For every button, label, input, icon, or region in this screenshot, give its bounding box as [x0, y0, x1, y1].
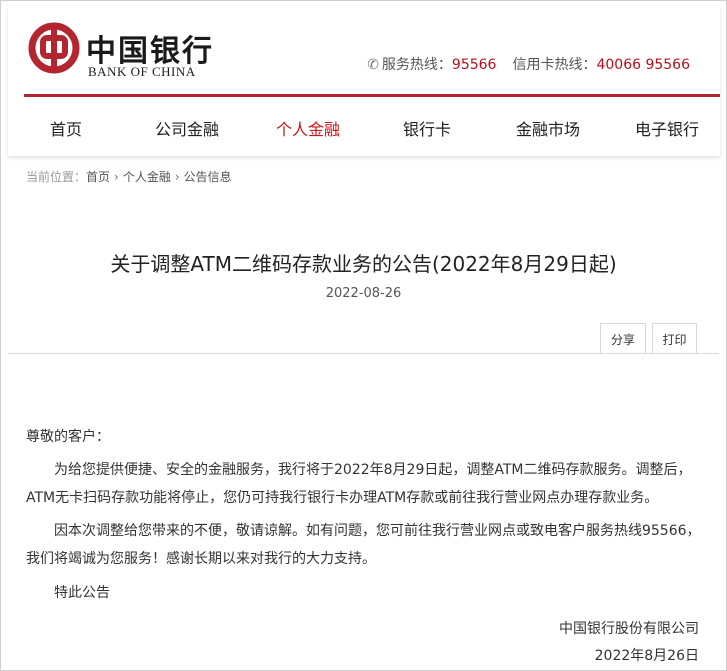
- main-nav: 首页 公司金融 个人金融 银行卡 金融市场 电子银行: [8, 106, 720, 146]
- breadcrumb-personal[interactable]: 个人金融: [123, 170, 171, 184]
- chevron-right-icon: ›: [174, 170, 180, 184]
- card-hotline-label: 信用卡热线：: [512, 57, 597, 73]
- article-title: 关于调整ATM二维码存款业务的公告(2022年8月29日起): [110, 252, 617, 276]
- share-button[interactable]: 分享: [600, 323, 646, 354]
- signature: 中国银行股份有限公司: [559, 621, 699, 637]
- paragraph-2-line-2: 我们将竭诚为您服务！感谢长期以来对我行的大力支持。: [26, 551, 376, 567]
- breadcrumb-notices[interactable]: 公告信息: [184, 170, 232, 184]
- card-hotline-number: 40066 95566: [596, 57, 690, 73]
- paragraph-1-line-2: ATM无卡扫码存款功能将停止，您仍可持我行银行卡办理ATM存款或前往我行营业网点…: [26, 490, 659, 506]
- breadcrumb-prefix: 当前位置：: [26, 170, 87, 184]
- boc-logo[interactable]: 中国银行 BANK OF CHINA: [28, 20, 228, 82]
- header-accent-line: [24, 94, 720, 97]
- article-divider: [8, 353, 719, 354]
- breadcrumb-home[interactable]: 首页: [86, 170, 110, 184]
- logo-english-name: BANK OF CHINA: [88, 64, 196, 79]
- greeting: 尊敬的客户：: [26, 429, 110, 445]
- nav-item-home[interactable]: 首页: [50, 116, 82, 140]
- hotline-label: 服务热线：: [381, 57, 452, 73]
- hotlines: ✆ 服务热线：95566 信用卡热线：40066 95566: [367, 54, 690, 74]
- hotline-number: 95566: [451, 57, 497, 73]
- breadcrumb: 当前位置：首页 › 个人金融 › 公告信息: [26, 168, 232, 185]
- paragraph-2-line-1: 因本次调整给您带来的不便，敬请谅解。如有问题，您可前往我行营业网点或致电客户服务…: [54, 523, 701, 539]
- nav-item-personal[interactable]: 个人金融: [276, 116, 340, 140]
- print-button[interactable]: 打印: [652, 323, 697, 354]
- closing: 特此公告: [54, 585, 110, 601]
- phone-icon: ✆: [367, 57, 379, 73]
- nav-item-markets[interactable]: 金融市场: [516, 116, 580, 140]
- nav-item-ebanking[interactable]: 电子银行: [635, 116, 699, 140]
- chevron-right-icon: ›: [114, 170, 119, 184]
- site-header: 中国银行 BANK OF CHINA ✆ 服务热线：95566 信用卡热线：4006…: [8, 6, 720, 156]
- nav-item-corporate[interactable]: 公司金融: [155, 116, 219, 140]
- boc-logo-icon: [28, 22, 80, 74]
- sign-date: 2022年8月26日: [594, 648, 699, 664]
- article-date: 2022-08-26: [325, 286, 402, 301]
- nav-item-cards[interactable]: 银行卡: [403, 116, 451, 140]
- paragraph-1-line-1: 为给您提供便捷、安全的金融服务，我行将于2022年8月29日起，调整ATM二维码…: [54, 462, 692, 478]
